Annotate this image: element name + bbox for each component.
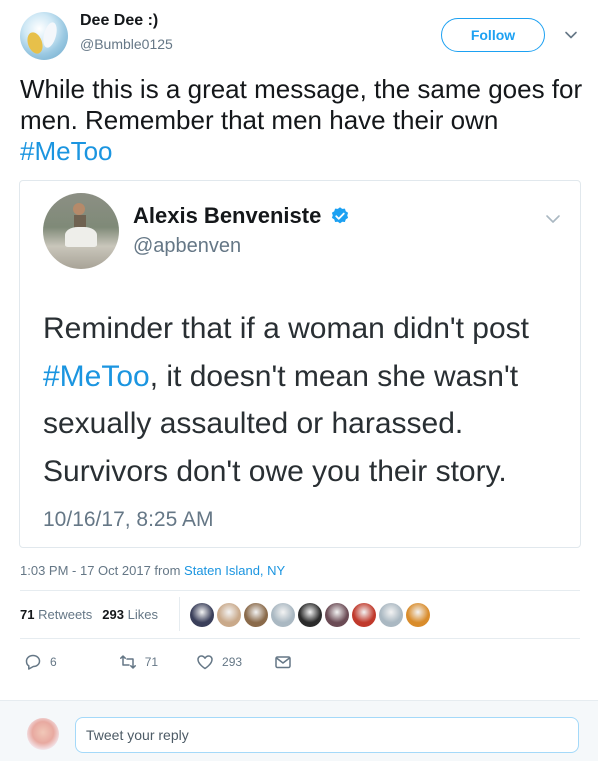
likers-avatars xyxy=(190,603,433,629)
liker-avatar[interactable] xyxy=(244,603,268,627)
current-user-avatar xyxy=(27,718,59,750)
location-link[interactable]: Staten Island, NY xyxy=(184,563,285,578)
reply-input[interactable] xyxy=(75,717,579,753)
quoted-tweet-text: Reminder that if a woman didn't post #Me… xyxy=(43,305,573,495)
avatar-art xyxy=(40,20,60,50)
quoted-author-name[interactable]: Alexis Benveniste xyxy=(133,203,321,229)
avatar-art xyxy=(65,227,97,247)
divider xyxy=(20,590,580,591)
tweet-stats: 71 Retweets 293 Likes xyxy=(20,607,158,622)
author-avatar[interactable] xyxy=(20,12,68,60)
retweet-count: 71 xyxy=(144,655,159,669)
hashtag-link[interactable]: #MeToo xyxy=(20,136,113,166)
retweets-stat[interactable]: 71 Retweets xyxy=(20,607,92,622)
hashtag-link[interactable]: #MeToo xyxy=(43,360,150,393)
tweet-text: While this is a great message, the same … xyxy=(20,74,585,167)
chevron-down-icon[interactable] xyxy=(544,210,562,228)
retweet-action[interactable]: 71 xyxy=(119,653,158,671)
quoted-tweet-date: 10/16/17, 8:25 AM xyxy=(43,508,214,531)
author-handle[interactable]: @Bumble0125 xyxy=(80,36,173,52)
avatar-art xyxy=(73,203,85,215)
retweet-icon xyxy=(119,655,136,669)
quoted-author-avatar[interactable] xyxy=(43,193,119,269)
liker-avatar[interactable] xyxy=(298,603,322,627)
heart-icon xyxy=(197,655,213,670)
quoted-text-line: Reminder that if a woman didn't post xyxy=(43,312,529,345)
reply-count: 6 xyxy=(50,655,57,669)
follow-button[interactable]: Follow xyxy=(441,18,545,52)
quoted-author-handle[interactable]: @apbenven xyxy=(133,235,241,258)
liker-avatar[interactable] xyxy=(352,603,376,627)
liker-avatar[interactable] xyxy=(325,603,349,627)
liker-avatar[interactable] xyxy=(379,603,403,627)
liker-avatar[interactable] xyxy=(271,603,295,627)
reply-action[interactable]: 6 xyxy=(24,653,57,671)
divider xyxy=(179,597,180,631)
timestamp-text: 1:03 PM - 17 Oct 2017 from xyxy=(20,563,185,578)
likes-stat[interactable]: 293 Likes xyxy=(102,607,158,622)
like-count: 293 xyxy=(222,655,243,669)
divider xyxy=(20,638,580,639)
chevron-down-icon[interactable] xyxy=(564,28,578,42)
direct-message-action[interactable] xyxy=(274,653,292,671)
quoted-text-line: #MeToo, it doesn't mean she wasn't xyxy=(43,353,573,401)
liker-avatar[interactable] xyxy=(190,603,214,627)
tweet-actions: 6 71 293 xyxy=(24,653,292,671)
like-action[interactable]: 293 xyxy=(196,653,242,671)
author-name[interactable]: Dee Dee :) xyxy=(80,12,158,30)
quoted-text-segment: , it doesn't mean she wasn't xyxy=(149,359,519,393)
retweets-label: Retweets xyxy=(38,607,93,622)
tweet-text-body: While this is a great message, the same … xyxy=(20,74,583,135)
liker-avatar[interactable] xyxy=(406,603,430,627)
envelope-icon xyxy=(275,656,291,669)
tweet-timestamp: 1:03 PM - 17 Oct 2017 from Staten Island… xyxy=(20,563,285,578)
retweets-count: 71 xyxy=(20,607,35,622)
liker-avatar[interactable] xyxy=(217,603,241,627)
quoted-text-line: sexually assaulted or harassed. xyxy=(43,407,464,440)
likes-count: 293 xyxy=(102,607,124,622)
quoted-text-line: Survivors don't owe you their story. xyxy=(43,454,507,488)
verified-badge-icon xyxy=(331,207,349,224)
likes-label: Likes xyxy=(127,607,158,622)
reply-icon xyxy=(25,654,41,670)
avatar-art xyxy=(24,30,46,56)
